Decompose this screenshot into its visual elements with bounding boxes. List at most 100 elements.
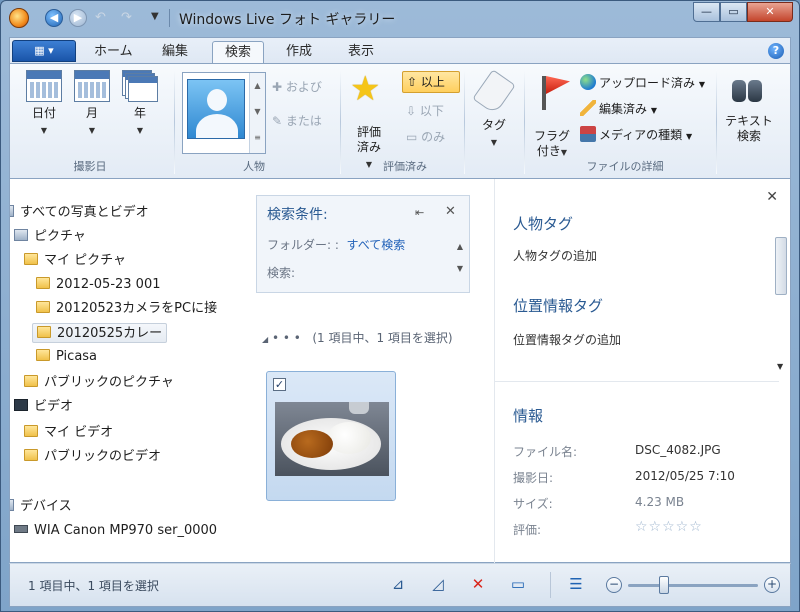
tree-item-public-videos[interactable]: パブリックのビデオ [24,447,161,467]
photo-thumbnail[interactable]: ✓ [266,371,396,501]
tree-item-folder[interactable]: 2012-05-23 001 [36,275,161,295]
rating-stars[interactable]: ☆☆☆☆☆ [635,519,703,535]
back-icon[interactable]: ◀ [45,9,63,27]
media-type-button[interactable]: メディアの種類 ▼ [580,126,692,143]
folder-filter: フォルダー: : すべて検索 [267,238,406,252]
rating-above-button[interactable]: ⇧ 以上 [402,71,460,93]
tree-item-videos[interactable]: ビデオ [14,397,73,417]
quick-access-dropdown-icon[interactable]: ▼ [151,11,159,22]
flagged-button[interactable]: フラグ 付き▼ [530,114,574,160]
binoculars-icon [730,76,764,104]
people-group-label: 人物 [243,160,265,173]
tag-button[interactable]: タグ ▼ [474,118,514,150]
rotate-left-icon[interactable]: ⊿ [388,574,408,594]
photo-checkbox[interactable]: ✓ [273,378,286,391]
main-content: すべての写真とビデオ ピクチャ マイ ピクチャ 2012-05-23 001 2… [9,179,791,563]
group-header[interactable]: ◢ • • • (1 項目中、1 項目を選択) [262,329,453,346]
add-geo-tag-field[interactable]: 位置情報タグの追加 [513,331,621,348]
calendar-day-icon [26,70,62,102]
search-criteria-panel: 検索条件: ⇤ ✕ フォルダー: : すべて検索 検索: ▲ ▼ [256,195,470,293]
tab-view[interactable]: 表示 [336,41,386,64]
tree-item-folder[interactable]: 20120523カメラをPCに接 [36,299,217,319]
people-and-button[interactable]: ✚ および [272,78,322,95]
add-people-tag-field[interactable]: 人物タグの追加 [513,247,597,264]
undo-icon[interactable]: ↶ [95,10,106,25]
edited-label: 編集済み [599,102,648,116]
rotate-right-icon[interactable]: ◿ [428,574,448,594]
group-separator [716,70,717,174]
delete-icon[interactable]: ✕ [468,574,488,594]
help-icon[interactable]: ? [768,43,784,59]
collapse-arrow-icon[interactable]: ◢ [262,335,268,344]
folder-filter-link[interactable]: すべて検索 [347,238,406,252]
globe-icon [580,74,596,90]
close-details-icon[interactable]: ✕ [766,189,778,205]
people-scroll[interactable]: ▲ ▼ ≡ [249,73,265,153]
zoom-in-button[interactable]: + [764,577,780,593]
people-tags-heading: 人物タグ [513,215,574,233]
pencil-icon [580,100,596,116]
maximize-button[interactable]: ▭ [720,2,747,22]
tab-home[interactable]: ホーム [82,41,145,64]
tree-item-label: Picasa [56,349,98,364]
minimize-button[interactable]: — [693,2,720,22]
month-button[interactable]: 月 ▼ [72,70,112,138]
tab-edit[interactable]: 編集 [150,41,200,64]
tab-search[interactable]: 検索 [212,41,265,64]
slideshow-icon[interactable]: ▭ [508,574,528,594]
tree-item-folder[interactable]: Picasa [36,347,97,367]
tree-item-scanner[interactable]: WIA Canon MP970 ser_0000 [14,521,217,541]
info-label: 撮影日: [513,471,554,485]
tree-item-public-pictures[interactable]: パブリックのピクチャ [24,373,174,393]
tree-item-label: マイ ピクチャ [44,253,127,268]
rated-button[interactable]: 評価 済み ▼ [346,110,392,187]
tree-item-selected-folder[interactable]: 20120525カレー [32,323,168,343]
tab-create[interactable]: 作成 [274,41,324,64]
info-label: サイズ: [513,497,553,511]
close-icon[interactable]: ✕ [445,204,456,219]
rating-only-button[interactable]: ▭ のみ [406,128,445,145]
media-type-label: メディアの種類 [599,128,683,142]
chevron-down-icon: ▼ [560,148,568,157]
year-button[interactable]: 年 ▼ [120,70,160,138]
search-criteria-title: 検索条件: [267,207,328,223]
pin-icon[interactable]: ⇤ [415,206,424,219]
tree-item-label: すべての写真とビデオ [20,205,149,220]
redo-icon[interactable]: ↷ [121,10,132,25]
rating-below-button[interactable]: ⇩ 以下 [406,102,444,119]
zoom-slider-handle[interactable] [659,576,670,594]
info-label: 評価: [513,523,542,537]
people-or-button[interactable]: ✎ または [272,112,322,129]
zoom-slider-track[interactable] [628,584,758,587]
zoom-out-button[interactable]: − [606,577,622,593]
folder-filter-label: フォルダー: [267,238,332,252]
status-text: 1 項目中、1 項目を選択 [28,579,159,593]
forward-icon[interactable]: ▶ [69,9,87,27]
details-scrollbar[interactable]: ▼ [774,231,788,371]
curry-photo-image [275,402,389,476]
tree-item-my-videos[interactable]: マイ ビデオ [24,423,113,443]
details-view-icon[interactable]: ☰ [566,574,586,594]
people-picker[interactable]: ▲ ▼ ≡ [182,72,266,154]
criteria-scroll[interactable]: ▲ ▼ [457,236,463,280]
window-controls: — ▭ ✕ [693,2,793,22]
people-or-label: または [285,114,322,128]
close-button[interactable]: ✕ [747,2,793,22]
folder-icon [36,349,50,361]
tree-item-all-photos[interactable]: すべての写真とビデオ [10,203,149,223]
flag-icon [542,76,546,110]
tree-item-pictures[interactable]: ピクチャ [14,227,86,247]
tree-item-devices[interactable]: デバイス [10,497,72,517]
folder-icon [24,425,38,437]
tree-item-my-pictures[interactable]: マイ ピクチャ [24,251,126,271]
tag-button-label: タグ [481,118,506,132]
uploaded-button[interactable]: アップロード済み ▼ [580,74,705,91]
date-button[interactable]: 日付 ▼ [24,70,64,138]
title-separator [169,9,170,27]
rating-star-icon: ★ [350,69,381,109]
file-menu-button[interactable]: ▦ ▾ [12,40,76,62]
text-search-button[interactable]: テキスト 検索 [718,114,780,144]
edited-button[interactable]: 編集済み ▼ [580,100,657,117]
app-logo-icon[interactable] [9,8,29,28]
tree-item-label: WIA Canon MP970 ser_0000 [34,523,218,538]
